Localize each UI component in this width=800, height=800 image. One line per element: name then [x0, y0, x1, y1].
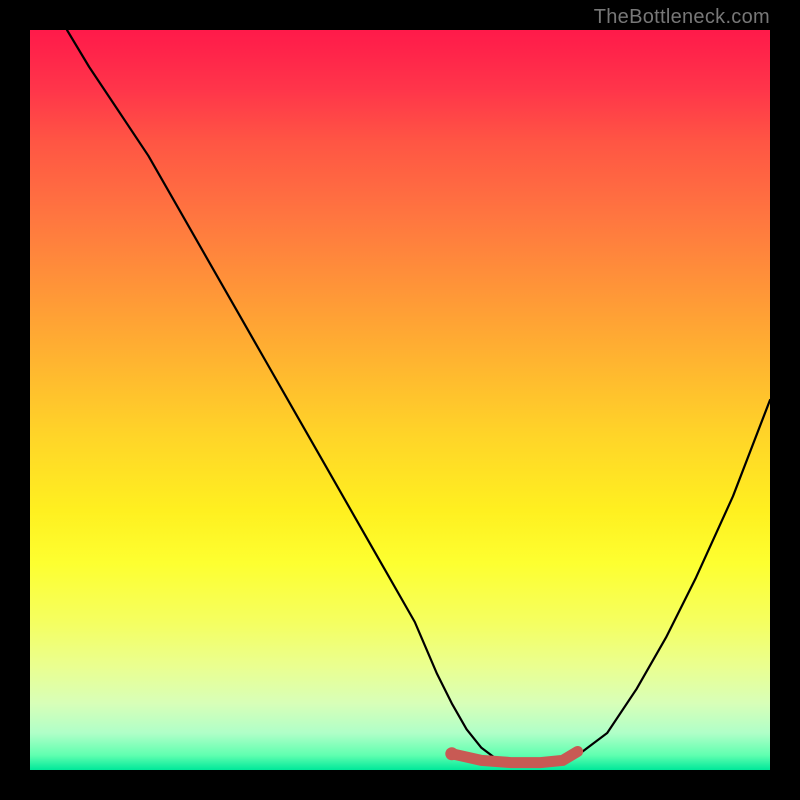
chart-svg	[30, 30, 770, 770]
plot-area	[30, 30, 770, 770]
chart-container: TheBottleneck.com	[0, 0, 800, 800]
bottleneck-curve	[67, 30, 770, 763]
valley-start-dot	[445, 747, 458, 760]
valley-highlight-line	[452, 752, 578, 763]
watermark-text: TheBottleneck.com	[594, 6, 770, 29]
